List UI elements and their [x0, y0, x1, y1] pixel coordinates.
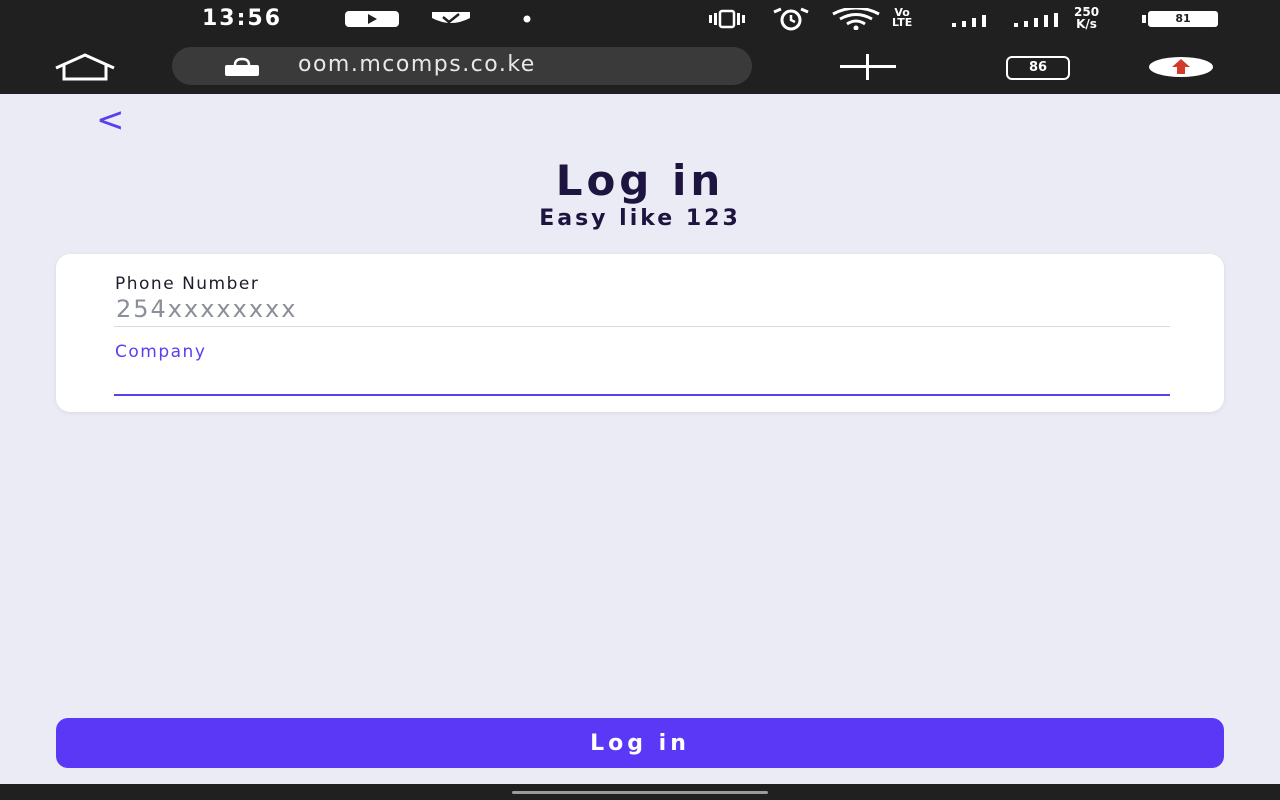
url-text: oom.mcomps.co.ke [298, 52, 536, 77]
shield-icon [432, 12, 470, 24]
plus-icon[interactable] [838, 52, 898, 82]
vibrate-icon [709, 9, 745, 29]
login-form-card: Phone Number Company [56, 254, 1224, 412]
youtube-icon [345, 11, 399, 27]
page-title: Log in [555, 156, 725, 205]
status-time: 13:56 [202, 6, 283, 31]
phone-label: Phone Number [115, 274, 260, 294]
navigation-bar [0, 784, 1280, 800]
dot-icon [523, 15, 531, 23]
company-input[interactable] [114, 364, 1170, 396]
back-button[interactable]: < [96, 100, 125, 140]
browser-toolbar: oom.mcomps.co.ke 86 [0, 40, 1280, 94]
update-icon[interactable] [1148, 56, 1214, 78]
home-icon[interactable] [52, 52, 118, 82]
tabs-count: 86 [1028, 60, 1048, 75]
login-button[interactable]: Log in [56, 718, 1224, 768]
battery-level: 81 [1148, 11, 1218, 27]
wifi-icon [832, 8, 880, 30]
phone-input[interactable] [114, 292, 1170, 327]
gesture-handle[interactable] [512, 791, 768, 794]
alarm-icon [773, 7, 809, 31]
company-label: Company [115, 342, 207, 362]
network-speed: 250 K/s [1074, 5, 1100, 31]
tabs-count-button[interactable]: 86 [1006, 56, 1070, 80]
status-bar: 13:56 Vo LTE 250 K/s 81 [0, 0, 1280, 40]
signal-icon [952, 15, 986, 27]
page-subtitle: Easy like 123 [539, 206, 741, 231]
battery-icon: 81 [1142, 11, 1218, 27]
lock-icon [225, 57, 259, 76]
login-page: < Log in Easy like 123 Phone Number Comp… [0, 94, 1280, 784]
address-bar[interactable]: oom.mcomps.co.ke [172, 47, 752, 85]
network-type: Vo LTE [892, 6, 913, 29]
signal-icon-2 [1014, 13, 1058, 27]
